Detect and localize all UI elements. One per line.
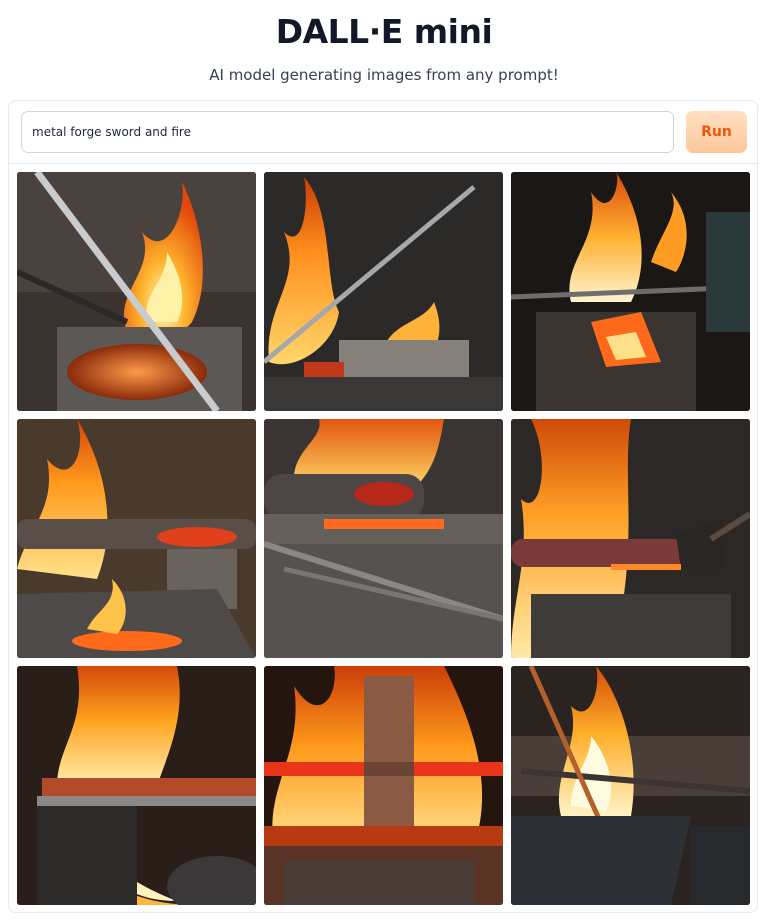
generated-image-8[interactable] [264,666,503,905]
generator-panel: Run [8,100,758,913]
prompt-input[interactable] [21,111,674,153]
generated-image-9[interactable] [511,666,750,905]
prompt-bar: Run [9,101,757,164]
forge-image [511,419,750,658]
generated-image-4[interactable] [17,419,256,658]
app-subtitle: AI model generating images from any prom… [209,66,559,84]
forge-image [511,666,750,905]
app-header: DALL·E mini AI model generating images f… [0,0,768,85]
forge-image [17,419,256,658]
generated-image-5[interactable] [264,419,503,658]
forge-image [17,172,256,411]
generated-image-1[interactable] [17,172,256,411]
forge-image [264,172,503,411]
app-title: DALL·E mini [275,12,493,51]
run-button[interactable]: Run [686,111,747,153]
generated-image-3[interactable] [511,172,750,411]
forge-image [511,172,750,411]
forge-image [264,666,503,905]
forge-image [17,666,256,905]
generated-image-2[interactable] [264,172,503,411]
generated-image-7[interactable] [17,666,256,905]
forge-image [264,419,503,658]
generated-image-6[interactable] [511,419,750,658]
results-grid [17,172,750,905]
